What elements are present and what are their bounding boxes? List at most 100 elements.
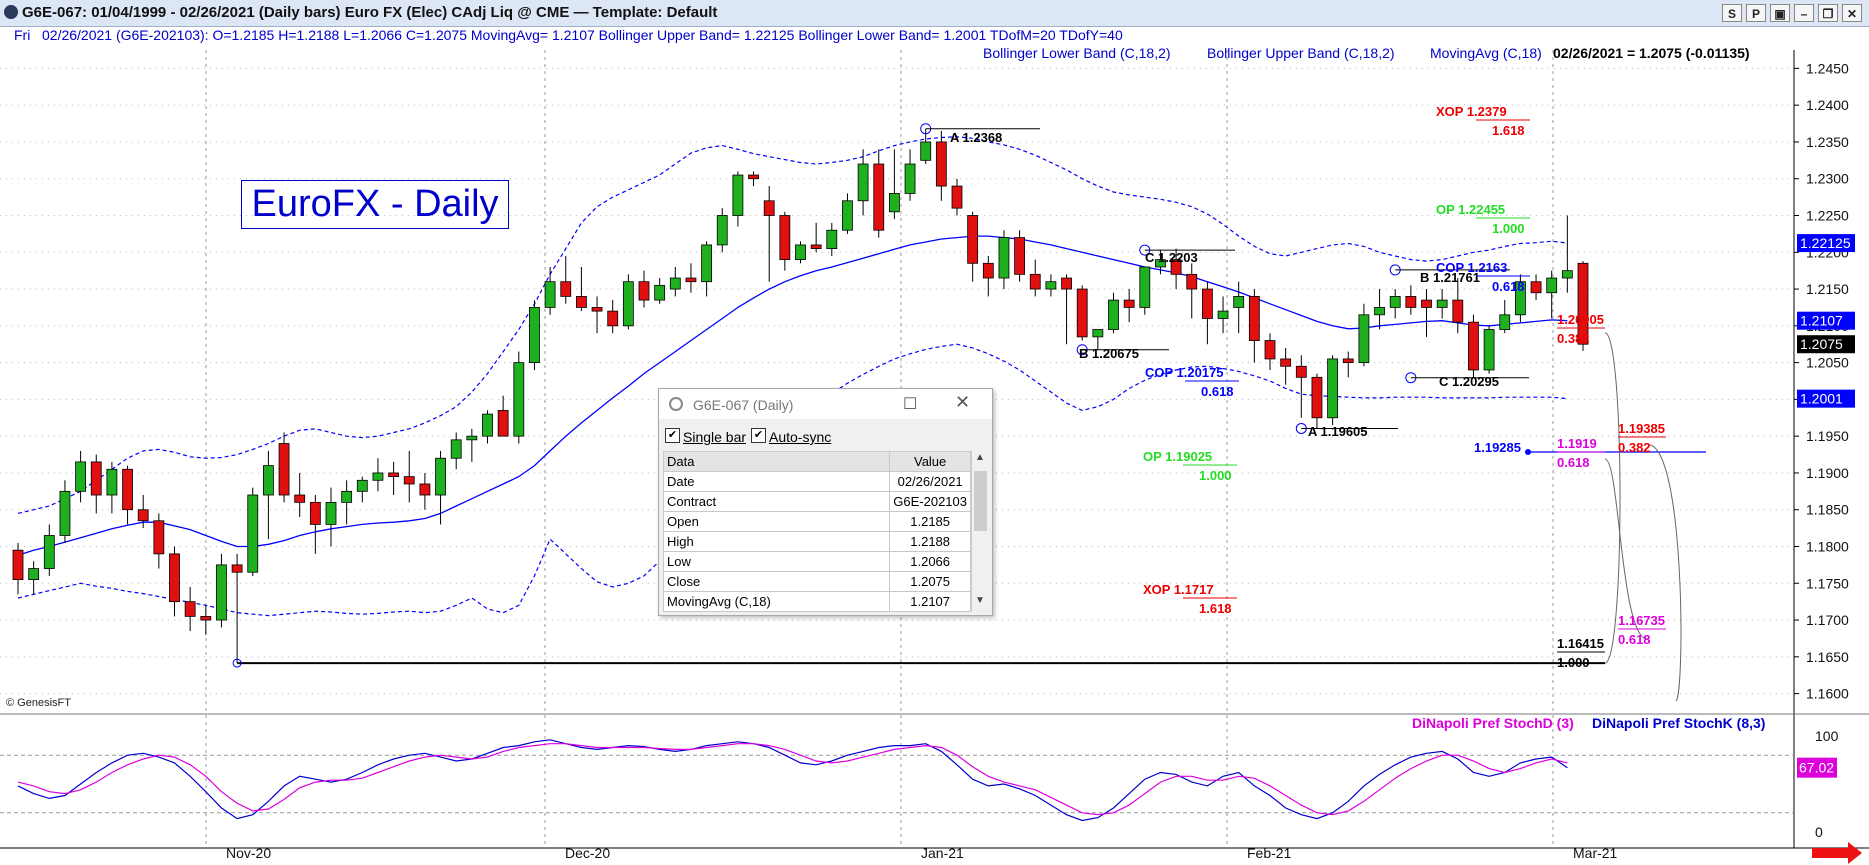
legend-last-close: 02/26/2021 = 1.2075 (-0.01135) [1553,45,1750,61]
stochk-legend: DiNapoli Pref StochK (8,3) [1592,715,1765,731]
candle-body [576,296,587,308]
column-header-data: Data [662,451,891,472]
candle-body [904,163,916,194]
fib-ratio-label: 0.618 [1618,632,1651,647]
row-label: Date [662,471,891,492]
table-row: Date 02/26/2021 [662,471,971,492]
auto-sync-checkbox[interactable]: ✔ [751,428,766,443]
data-window-title: G6E-067 (Daily) [693,397,794,413]
legend-moving-avg: MovingAvg (C,18) [1430,45,1542,61]
candle-body [1499,314,1511,330]
fib-ratio-label: 0.618 [1557,455,1590,470]
candle-body [341,490,353,503]
fib-ratio-label: 0.382 [1557,331,1590,346]
row-value: 1.2185 [889,511,971,532]
auto-sync-label[interactable]: Auto-sync [769,429,831,445]
single-bar-checkbox[interactable]: ✔ [665,428,680,443]
candle-body [685,277,697,283]
candle-body [247,494,259,573]
candle-body [1202,288,1213,319]
candle-body [12,549,24,581]
candle-body [1358,314,1370,364]
candle-body [560,281,572,297]
candle-body [889,193,900,213]
magnifier-icon [669,397,683,411]
candle-body [810,244,822,250]
table-row: Low 1.2066 [662,551,971,572]
price-tag: 1.2075 [1800,336,1843,352]
y-tick-label: 1.1650 [1806,649,1849,665]
legend-lower-band: Bollinger Lower Band (C,18,2) [983,45,1171,61]
fib-ratio-label: 1.000 [1557,655,1590,670]
candle-body [1483,329,1495,371]
candle-body [388,472,400,478]
scroll-right-arrow-icon [1812,842,1862,864]
candle-body [325,501,337,525]
scroll-up-icon[interactable]: ▲ [975,452,985,463]
fib-label: COP 1.2163 [1436,260,1507,275]
data-window-scrollbar[interactable]: ▲ ▼ [971,451,989,611]
fib-ratio-label: 1.000 [1492,221,1525,236]
copyright-text: © GenesisFT [6,697,71,709]
y-tick-label: 1.1950 [1806,428,1849,444]
maximize-icon[interactable]: ☐ [903,394,917,414]
candle-body [1436,299,1448,308]
candle-body [669,277,681,290]
candle-body [1311,376,1323,419]
x-axis-label: Nov-20 [226,845,271,861]
row-label: Contract [662,491,891,512]
fib-label: 1.1919 [1557,436,1597,451]
scroll-thumb[interactable] [974,471,987,531]
candle-body [1248,296,1260,341]
candle-body [763,200,775,216]
row-value: 1.2188 [889,531,971,552]
y-tick-label: 1.1700 [1806,612,1849,628]
candle-body [43,535,55,569]
candle-body [1327,358,1338,419]
candle-body [1374,307,1385,316]
scroll-down-icon[interactable]: ▼ [975,595,985,606]
data-window[interactable]: G6E-067 (Daily) ☐ ✕ ✔ Single bar ✔ Auto-… [658,388,993,616]
fib-ratio-label: 1.000 [1199,468,1232,483]
y-tick-label: 1.2150 [1806,281,1849,297]
fib-ratio-label: 0.618 [1492,279,1525,294]
stoch-tag: 67.02 [1799,760,1834,776]
row-value: 1.2075 [889,571,971,592]
stoch-tick-label: 0 [1815,824,1823,840]
candle-body [982,262,994,279]
candle-body [998,237,1010,279]
candle-body [701,244,712,283]
fib-label: 1.19385 [1618,421,1665,436]
chart-title: EuroFX - Daily [241,180,509,229]
x-axis-label: Jan-21 [921,845,964,861]
candle-body [1139,266,1151,308]
candle-body [372,472,384,481]
candle-body [28,568,40,580]
row-label: High [662,531,891,552]
fib-label: 1.16735 [1618,613,1665,628]
single-bar-label[interactable]: Single bar [683,429,746,445]
close-icon[interactable]: ✕ [955,392,970,413]
data-window-titlebar[interactable]: G6E-067 (Daily) ☐ ✕ [659,389,992,419]
fib-label: XOP 1.1717 [1143,582,1214,597]
candle-body [607,310,619,327]
candle-body [137,509,149,522]
row-label: MovingAvg (C,18) [662,591,891,612]
candle-body [90,461,102,496]
table-row: Contract G6E-202103 [662,491,971,512]
y-tick-label: 1.1750 [1806,575,1849,591]
swing-label: A 1.19605 [1308,424,1368,439]
candle-body [1123,299,1135,308]
candle-body [419,483,431,496]
candle-body [1076,288,1088,338]
candle-body [544,281,556,308]
candle-body [873,163,885,231]
candle-body [294,494,306,503]
candle-body [1045,281,1057,290]
row-label: Low [662,551,891,572]
candle-body [1233,296,1245,308]
candle-body [106,468,118,496]
y-tick-label: 1.2350 [1806,134,1849,150]
candle-body [1530,281,1542,294]
candle-body [1014,237,1025,275]
